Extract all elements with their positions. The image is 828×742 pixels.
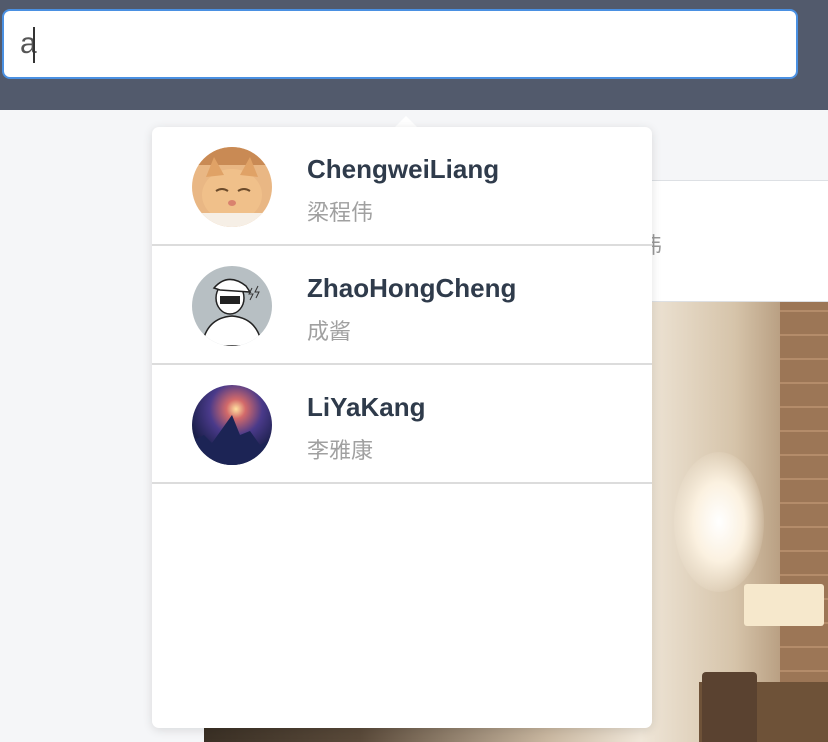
search-input[interactable] bbox=[2, 9, 798, 79]
wall-lamp-glow bbox=[674, 452, 764, 592]
user-suggestion-item[interactable]: ChengweiLiang 梁程伟 bbox=[152, 127, 652, 246]
nebula-avatar bbox=[192, 385, 272, 465]
top-bar bbox=[0, 0, 828, 110]
display-name: 成酱 bbox=[307, 320, 352, 345]
username: LiYaKang bbox=[307, 392, 426, 422]
user-suggestion-dropdown: ChengweiLiang 梁程伟 ZhaoHongCheng 成酱 LiYaK… bbox=[152, 127, 652, 728]
display-name: 李雅康 bbox=[307, 439, 374, 464]
lamp-shade bbox=[744, 584, 824, 626]
username: ZhaoHongCheng bbox=[307, 273, 517, 303]
username: ChengweiLiang bbox=[307, 154, 500, 184]
text-caret bbox=[33, 27, 35, 63]
chair bbox=[702, 672, 757, 742]
wood-panel-wall bbox=[780, 302, 828, 742]
user-suggestion-item[interactable]: ZhaoHongCheng 成酱 bbox=[152, 246, 652, 365]
sketch-avatar bbox=[192, 266, 272, 346]
display-name: 梁程伟 bbox=[307, 201, 374, 226]
cat-avatar bbox=[192, 147, 272, 227]
user-suggestion-item[interactable]: LiYaKang 李雅康 bbox=[152, 365, 652, 484]
